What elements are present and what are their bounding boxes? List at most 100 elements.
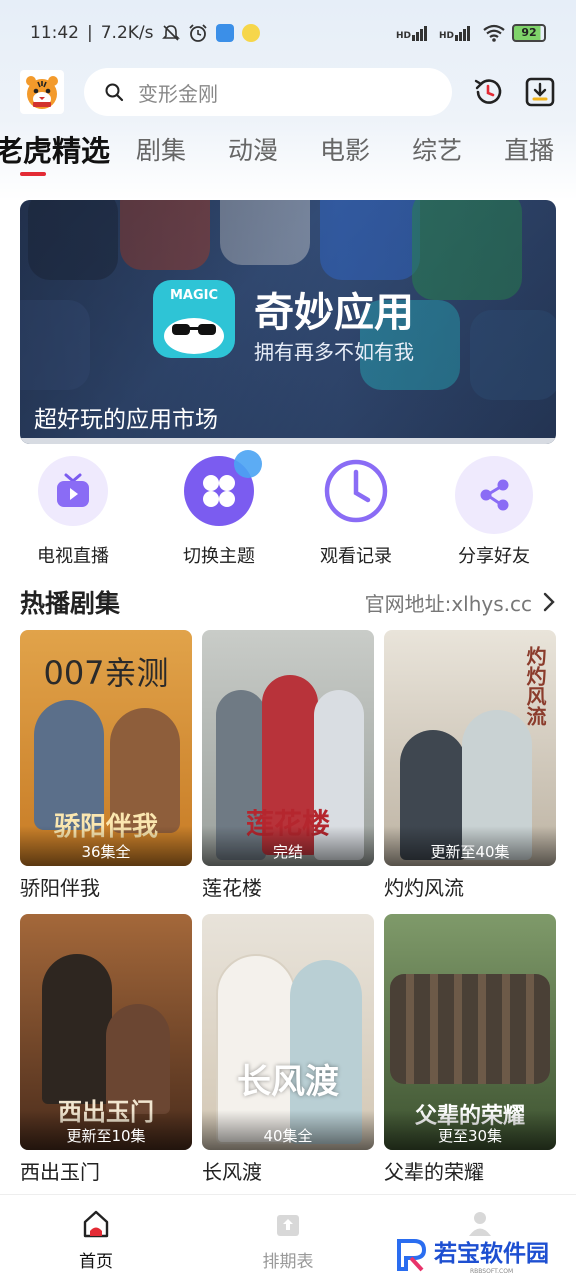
status-speed: 7.2K/s	[100, 23, 154, 43]
status-time: 11:42	[30, 23, 79, 43]
download-icon	[525, 77, 555, 107]
quick-action-label: 观看记录	[320, 546, 392, 567]
show-title: 莲花楼	[202, 876, 262, 900]
show-card[interactable]: 007亲测 骄阳伴我 36集全 骄阳伴我	[20, 630, 192, 901]
episode-badge: 更新至40集	[430, 843, 510, 861]
signal-icon-1: HD	[395, 25, 427, 41]
tab-series[interactable]: 剧集	[136, 131, 186, 167]
hot-series-header: 热播剧集 官网地址:xlhys.cc	[20, 582, 556, 622]
share-icon	[480, 479, 509, 511]
show-poster: 父辈的荣耀 更至30集	[384, 914, 556, 1150]
show-poster: 莲花楼 完结	[202, 630, 374, 866]
nav-home-label: 首页	[79, 1252, 113, 1272]
tab-live[interactable]: 直播	[504, 131, 554, 167]
poster-crowd	[390, 974, 550, 1084]
sunglasses-robot-icon	[164, 318, 224, 354]
episode-badge: 完结	[272, 843, 303, 861]
download-button[interactable]	[524, 76, 556, 108]
search-row: 变形金刚	[20, 68, 560, 116]
active-tab-indicator	[20, 172, 46, 176]
watermark-sub: RBBSOFT.COM	[470, 1268, 514, 1275]
magic-app-icon: MAGIC	[153, 280, 235, 358]
website-link[interactable]: 官网地址:xlhys.cc	[365, 588, 532, 617]
search-icon	[105, 83, 124, 102]
poster-title-art: 长风渡	[237, 1062, 339, 1102]
poster-top-text: 007亲测	[43, 654, 169, 692]
watermark-text-wrap: 若宝软件园 RBBSOFT.COM	[430, 1234, 549, 1275]
home-icon	[83, 1210, 109, 1238]
theme-icon	[203, 475, 235, 507]
quick-action-label: 分享好友	[458, 546, 530, 567]
show-title: 西出玉门	[20, 1160, 100, 1184]
show-card[interactable]: 灼灼风流 更新至40集 灼灼风流	[384, 630, 556, 901]
poster-title-art: 灼灼风流	[523, 646, 547, 726]
episode-badge: 更至30集	[437, 1127, 503, 1145]
banner-caption: 超好玩的应用市场	[34, 407, 218, 433]
quick-actions: 电视直播 切换主题 观看记录 分享好友	[18, 450, 556, 576]
banner-app-slogan: 拥有再多不如有我	[254, 340, 414, 364]
history-button[interactable]	[472, 76, 504, 108]
signal-icon-2: HD	[438, 25, 470, 41]
promo-banner[interactable]: MAGIC 奇妙应用 拥有再多不如有我 超好玩的应用市场	[20, 200, 556, 444]
share-icon-circle	[455, 456, 533, 534]
banner-bottom-bar	[20, 438, 556, 444]
history-icon	[474, 79, 502, 104]
app-notification-icon-2	[241, 24, 260, 42]
show-poster: 西出玉门 更新至10集	[20, 914, 192, 1150]
show-title: 灼灼风流	[384, 876, 464, 900]
clock-icon-circle	[321, 456, 391, 526]
tiger-logo[interactable]	[20, 70, 64, 114]
chevron-right-icon[interactable]	[542, 592, 556, 612]
search-placeholder: 变形金刚	[138, 81, 218, 106]
show-card[interactable]: 西出玉门 更新至10集 西出玉门	[20, 914, 192, 1185]
tab-variety[interactable]: 综艺	[412, 131, 462, 167]
clock-icon	[324, 459, 388, 523]
tv-icon	[57, 473, 89, 507]
nav-schedule[interactable]: 排期表	[228, 1209, 348, 1272]
hd-label-2: HD	[438, 30, 454, 41]
show-title: 骄阳伴我	[20, 876, 100, 900]
quick-action-label: 电视直播	[37, 546, 109, 567]
show-poster: 长风渡 40集全	[202, 914, 374, 1150]
quick-action-share[interactable]: 分享好友	[439, 456, 549, 568]
battery-indicator: 92	[512, 24, 546, 42]
episode-badge: 40集全	[263, 1127, 313, 1145]
watermark-text: 若宝软件园	[434, 1241, 549, 1267]
banner-app-name: 奇妙应用	[254, 290, 414, 336]
nav-home[interactable]: 首页	[36, 1209, 156, 1272]
nav-schedule-label: 排期表	[262, 1252, 314, 1272]
quick-action-theme[interactable]: 切换主题	[164, 450, 274, 568]
show-title: 父辈的荣耀	[384, 1160, 484, 1184]
mute-bell-icon	[161, 25, 180, 41]
calendar-icon	[277, 1215, 299, 1236]
alarm-icon	[188, 24, 207, 42]
section-title: 热播剧集	[20, 589, 121, 618]
show-title: 长风渡	[202, 1160, 262, 1184]
show-card[interactable]: 父辈的荣耀 更至30集 父辈的荣耀	[384, 914, 556, 1185]
hd-label-1: HD	[395, 30, 411, 41]
tab-featured-label: 老虎精选	[0, 134, 111, 168]
search-input[interactable]: 变形金刚	[84, 68, 452, 116]
quick-action-tv-live[interactable]: 电视直播	[18, 456, 128, 568]
tab-featured[interactable]: 老虎精选	[0, 128, 111, 176]
show-card[interactable]: 长风渡 40集全 长风渡	[202, 914, 374, 1185]
watermark: 若宝软件园 RBBSOFT.COM	[394, 1234, 549, 1275]
quick-action-history[interactable]: 观看记录	[301, 456, 411, 568]
category-tabs: 老虎精选 剧集 动漫 电影 综艺 直播	[0, 128, 576, 180]
tiger-logo-icon	[26, 76, 58, 109]
show-card[interactable]: 莲花楼 完结 莲花楼	[202, 630, 374, 901]
tab-movies[interactable]: 电影	[320, 131, 370, 167]
quick-action-label: 切换主题	[183, 546, 255, 567]
status-separator: |	[87, 23, 93, 43]
poster-figure	[42, 954, 112, 1104]
theme-icon-circle	[184, 450, 262, 526]
tv-icon-circle	[38, 456, 108, 526]
app-notification-icon	[215, 24, 234, 42]
tab-anime[interactable]: 动漫	[228, 131, 278, 167]
episode-badge: 更新至10集	[66, 1127, 146, 1145]
show-poster: 灼灼风流 更新至40集	[384, 630, 556, 866]
show-poster: 007亲测 骄阳伴我 36集全	[20, 630, 192, 866]
episode-badge: 36集全	[81, 843, 131, 861]
wifi-icon	[483, 24, 505, 42]
rbbsoft-logo-icon	[397, 1238, 427, 1271]
